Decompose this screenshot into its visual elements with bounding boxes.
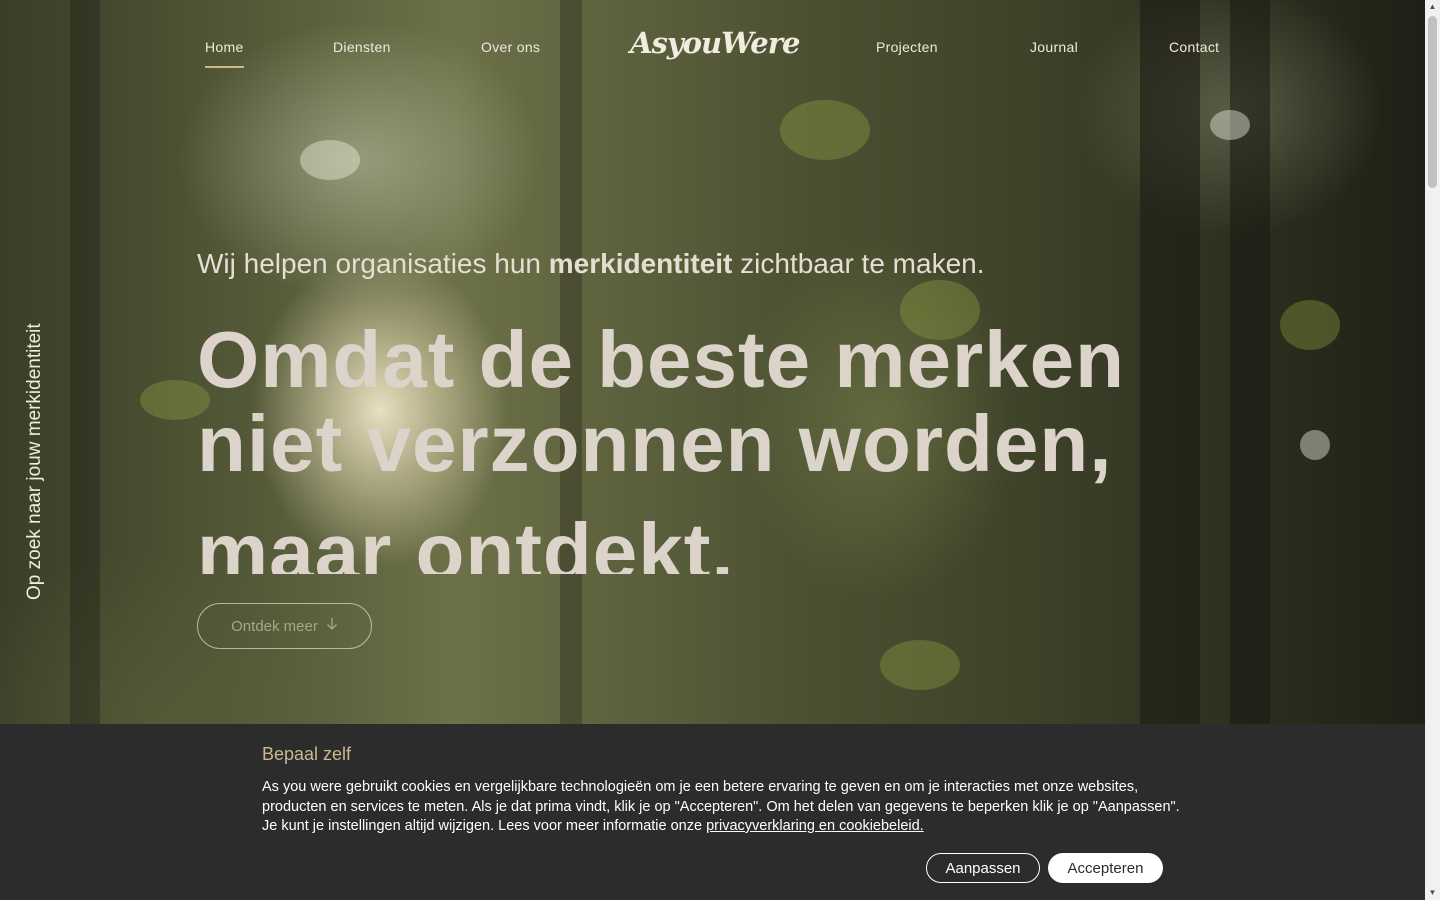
hero-headline: Omdat de beste merken niet verzonnen wor… — [197, 318, 1197, 574]
nav-link-diensten[interactable]: Diensten — [333, 39, 391, 55]
cookie-title: Bepaal zelf — [262, 744, 352, 764]
intro-highlight: merkidentiteit — [548, 248, 733, 279]
hero-intro: Wij helpen organisaties hun merkidentite… — [197, 248, 985, 279]
scrollbar-thumb[interactable] — [1428, 16, 1437, 188]
customize-button[interactable]: Aanpassen — [926, 853, 1040, 883]
vertical-tagline: Op zoek naar jouw merkidentiteit — [24, 323, 45, 600]
headline-line-1: Omdat de beste merken — [197, 318, 1125, 404]
brand-logo[interactable]: AsyouWere — [630, 26, 800, 60]
accept-button[interactable]: Accepteren — [1048, 853, 1163, 883]
scroll-down-icon[interactable]: ▼ — [1425, 886, 1440, 900]
discover-more-button[interactable]: Ontdek meer — [197, 603, 372, 649]
page-scrollbar[interactable]: ▲ ▼ — [1425, 0, 1440, 900]
privacy-policy-link[interactable]: privacyverklaring en cookiebeleid. — [706, 818, 924, 834]
cookie-text: As you were gebruikt cookies en vergelij… — [262, 779, 1180, 834]
nav-link-over-ons[interactable]: Over ons — [481, 39, 540, 55]
headline-line-3: maar ontdekt. — [197, 507, 735, 575]
arrow-down-icon — [326, 617, 338, 635]
nav-link-projecten[interactable]: Projecten — [876, 39, 938, 55]
main-nav: Home Diensten Over ons AsyouWere Project… — [0, 0, 1425, 90]
nav-link-contact[interactable]: Contact — [1169, 39, 1219, 55]
scroll-up-icon[interactable]: ▲ — [1425, 0, 1440, 14]
nav-link-home[interactable]: Home — [205, 39, 244, 68]
discover-more-label: Ontdek meer — [231, 617, 318, 635]
cookie-banner: Bepaal zelf As you were gebruikt cookies… — [0, 724, 1425, 900]
nav-link-journal[interactable]: Journal — [1030, 39, 1078, 55]
headline-line-2: niet verzonnen worden, — [197, 399, 1113, 488]
